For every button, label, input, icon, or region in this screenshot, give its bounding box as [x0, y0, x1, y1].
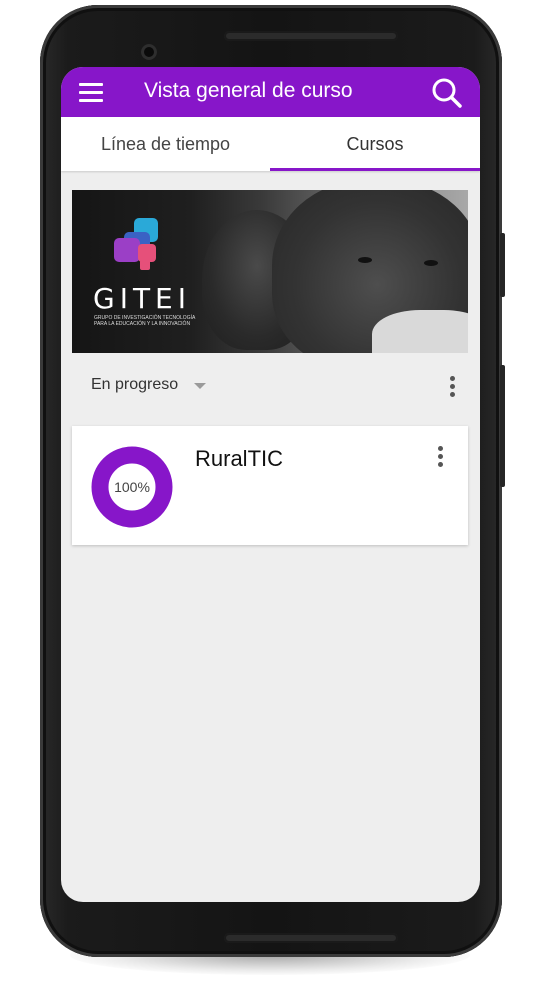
gitei-logo-text: GITEI [93, 282, 192, 315]
volume-button [500, 365, 505, 487]
course-more-vert-icon[interactable] [430, 442, 450, 472]
page-title: Vista general de curso [144, 79, 353, 102]
more-vert-icon[interactable] [442, 372, 462, 402]
bottom-speaker [224, 933, 398, 943]
course-filter-dropdown[interactable]: En progreso [91, 376, 178, 394]
hamburger-menu-icon[interactable] [79, 81, 105, 103]
tab-courses[interactable]: Cursos [270, 117, 480, 171]
banner-photo-detail [358, 257, 372, 263]
app-bar: Vista general de curso [61, 67, 480, 117]
course-name[interactable]: RuralTIC [195, 446, 283, 472]
app-screen: Vista general de curso Línea de tiempo C… [61, 67, 480, 902]
course-banner-image: GITEI GRUPO DE INVESTIGACIÓN TECNOLOGÍA … [72, 190, 468, 353]
course-filter-row: En progreso [61, 367, 480, 407]
active-tab-indicator [270, 168, 480, 171]
search-icon[interactable] [431, 77, 463, 109]
dropdown-caret-icon[interactable] [194, 383, 206, 389]
front-camera [141, 44, 157, 60]
power-button [500, 233, 505, 297]
tab-bar: Línea de tiempo Cursos [61, 117, 480, 171]
course-progress-label: 100% [114, 479, 150, 495]
tab-timeline[interactable]: Línea de tiempo [61, 117, 270, 171]
gitei-logo-icon [114, 218, 158, 270]
banner-photo-clothing [372, 310, 468, 353]
course-card[interactable]: 100% RuralTIC [72, 426, 468, 545]
banner-photo-detail [424, 260, 438, 266]
gitei-logo-subtext: GRUPO DE INVESTIGACIÓN TECNOLOGÍA PARA L… [94, 315, 196, 327]
earpiece-speaker [224, 31, 398, 41]
